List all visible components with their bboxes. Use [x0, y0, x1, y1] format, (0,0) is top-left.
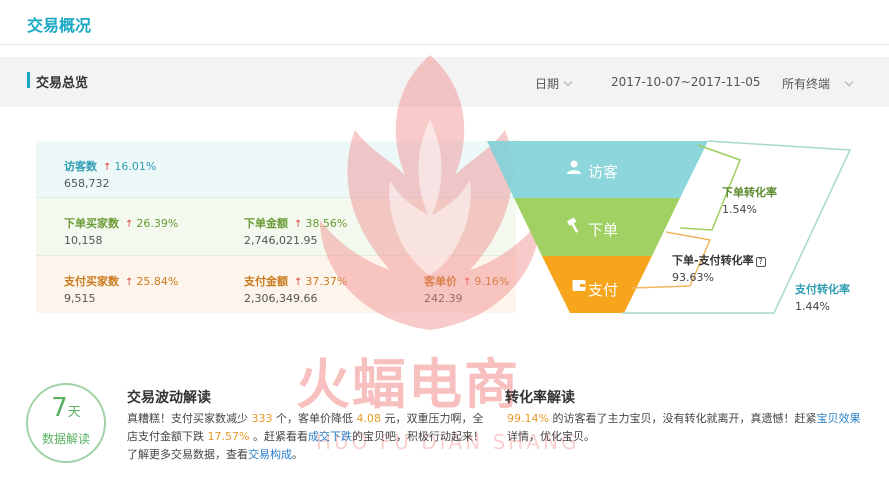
conversion-title: 转化率解读: [505, 390, 575, 406]
rate-order: 下单转化率 1.54%: [722, 184, 777, 216]
metric-label: 下单金额: [244, 217, 288, 230]
date-dropdown-label: 日期: [535, 77, 560, 91]
metric-value: 658,732: [64, 177, 110, 190]
metric-change: 26.39%: [136, 217, 179, 230]
metric-unit-price[interactable]: 客单价 ↑ 9.16% 242.39: [424, 273, 509, 305]
metric-change: 16.01%: [114, 160, 157, 173]
arrow-up-icon: ↑: [125, 277, 134, 288]
metric-value: 10,158: [64, 234, 103, 247]
highlight-number: 333: [251, 412, 273, 425]
terminal-dropdown[interactable]: 所有终端: [782, 75, 854, 92]
badge-number: 7: [51, 393, 68, 423]
text-segment: 的宝贝吧，积极行动起来！: [351, 430, 484, 443]
metric-value: 242.39: [424, 292, 463, 305]
conversion-text: 99.14% 的访客看了主力宝贝，没有转化就离开，真遗憾！赶紧宝贝效果 详情，优…: [507, 410, 867, 446]
metric-value: 9,515: [64, 292, 96, 305]
wallet-icon: [572, 280, 586, 291]
link-trade-composition[interactable]: 交易构成: [248, 448, 292, 461]
rate-value: 1.44%: [795, 300, 830, 313]
badge-text: 数据解读: [41, 432, 90, 446]
date-dropdown[interactable]: 日期: [535, 75, 573, 92]
rate-label: 下单-支付转化率: [672, 254, 754, 267]
text-segment: 详情，优化宝贝。: [507, 430, 595, 443]
metric-visitors[interactable]: 访客数 ↑ 16.01% 658,732: [64, 158, 156, 190]
metric-label: 客单价: [424, 275, 457, 288]
rate-value: 93.63%: [672, 271, 714, 284]
highlight-number: 99.14%: [507, 412, 549, 425]
arrow-up-icon: ↑: [103, 162, 112, 173]
metric-label: 下单买家数: [64, 217, 119, 230]
arrow-up-icon: ↑: [294, 219, 303, 230]
text-segment: 的访客看了主力宝贝，没有转化就离开，真遗憾！赶紧: [552, 412, 817, 425]
metric-order-buyers[interactable]: 下单买家数 ↑ 26.39% 10,158: [64, 215, 178, 247]
section-title: 交易总览: [36, 76, 89, 91]
chevron-down-icon: [563, 77, 573, 87]
user-icon: [567, 160, 581, 174]
section-accent-bar: [27, 72, 30, 88]
fluctuation-line-2: 店支付金额下跌 17.57% 。赶紧看看成交下跌的宝贝吧，积极行动起来！: [127, 428, 487, 446]
metric-row-orders: 下单买家数 ↑ 26.39% 10,158 下单金额 ↑ 38.56% 2,746,02…: [36, 198, 516, 256]
fluctuation-title: 交易波动解读: [127, 390, 211, 406]
text-segment: 真糟糕！支付买家数减少: [127, 412, 248, 425]
funnel-label-order: 下单: [588, 221, 619, 239]
text-segment: 。赶紧看看: [252, 430, 308, 443]
fluctuation-line-1: 真糟糕！支付买家数减少 333 个，客单价降低 4.08 元，双重压力啊，全: [127, 410, 487, 428]
chevron-down-icon: [844, 77, 854, 87]
help-icon[interactable]: ?: [755, 257, 766, 267]
metric-pay-amount[interactable]: 支付金额 ↑ 37.37% 2,306,349.66: [244, 273, 347, 305]
metric-row-visitors: 访客数 ↑ 16.01% 658,732: [36, 141, 516, 198]
highlight-number: 17.57%: [207, 430, 250, 443]
metric-change: 25.84%: [136, 275, 179, 288]
metric-change: 37.37%: [305, 275, 348, 288]
metric-pay-buyers[interactable]: 支付买家数 ↑ 25.84% 9,515: [64, 273, 178, 305]
rate-order-pay: 下单-支付转化率? 93.63%: [672, 252, 766, 284]
fluctuation-line-3: 了解更多交易数据，查看交易构成。: [127, 446, 487, 464]
text-segment: 了解更多交易数据，查看: [127, 448, 248, 461]
metric-value: 2,306,349.66: [244, 292, 318, 305]
overview-filter-bar: 交易总览 日期 2017-10-07~2017-11-05 所有终端: [0, 57, 889, 107]
arrow-up-icon: ↑: [463, 277, 472, 288]
funnel-label-visit: 访客: [588, 163, 619, 181]
seven-day-badge: 7天 数据解读: [26, 383, 106, 463]
metric-row-payments: 支付买家数 ↑ 25.84% 9,515 支付金额 ↑ 37.37% 2,306,349…: [36, 256, 516, 313]
funnel-label-pay: 支付: [588, 281, 619, 299]
link-declining-items[interactable]: 成交下跌: [308, 430, 352, 443]
terminal-dropdown-label: 所有终端: [782, 77, 831, 91]
highlight-number: 4.08: [356, 412, 382, 425]
rate-pay: 支付转化率 1.44%: [795, 281, 850, 313]
text-segment: 个，客单价降低: [276, 412, 353, 425]
rate-value: 1.54%: [722, 203, 757, 216]
metric-order-amount[interactable]: 下单金额 ↑ 38.56% 2,746,021.95: [244, 215, 347, 247]
watermark-text: 火蝠电商: [296, 353, 520, 416]
rate-label: 下单转化率: [722, 186, 777, 199]
text-segment: 元，双重压力啊，全: [384, 412, 484, 425]
text-segment: 店支付金额下跌: [127, 430, 204, 443]
rate-label: 支付转化率: [795, 283, 850, 296]
conversion-line-2: 详情，优化宝贝。: [507, 428, 867, 446]
badge-unit: 天: [67, 405, 81, 420]
hammer-icon: [567, 217, 579, 233]
metric-change: 38.56%: [305, 217, 348, 230]
conversion-line-1: 99.14% 的访客看了主力宝贝，没有转化就离开，真遗憾！赶紧宝贝效果: [507, 410, 867, 428]
text-segment: 。: [292, 448, 303, 461]
header-divider: [0, 44, 889, 45]
date-range-picker[interactable]: 2017-10-07~2017-11-05: [611, 75, 761, 89]
metric-label: 访客数: [64, 160, 97, 173]
arrow-up-icon: ↑: [294, 277, 303, 288]
arrow-up-icon: ↑: [125, 219, 134, 230]
metric-label: 支付金额: [244, 275, 288, 288]
page-title: 交易概况: [27, 16, 92, 35]
fluctuation-text: 真糟糕！支付买家数减少 333 个，客单价降低 4.08 元，双重压力啊，全 店…: [127, 410, 487, 464]
link-item-performance[interactable]: 宝贝效果: [816, 412, 860, 425]
metric-value: 2,746,021.95: [244, 234, 318, 247]
metric-change: 9.16%: [474, 275, 510, 288]
metric-label: 支付买家数: [64, 275, 119, 288]
